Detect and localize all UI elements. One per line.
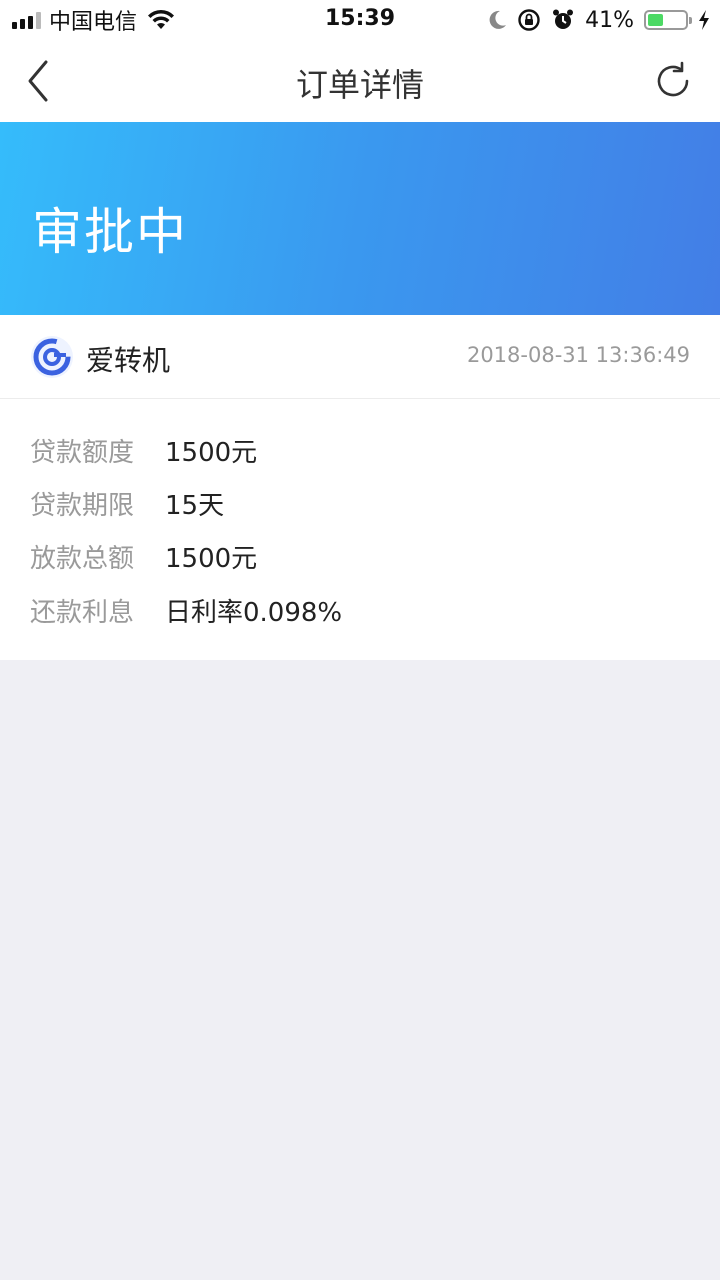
detail-value: 1500元	[165, 543, 258, 574]
moon-icon	[489, 10, 507, 29]
merchant-name: 爱转机	[86, 344, 171, 377]
detail-row-interest: 还款利息 日利率0.098%	[30, 590, 342, 630]
detail-label: 放款总额	[30, 543, 135, 574]
detail-row-disbursed-total: 放款总额 1500元	[30, 536, 257, 576]
detail-value: 1500元	[165, 437, 258, 468]
refresh-icon[interactable]	[652, 60, 694, 102]
order-status: 审批中	[32, 203, 188, 261]
status-bar: 中国电信 15:39 41%	[0, 0, 720, 40]
merchant-logo-icon	[31, 336, 73, 378]
battery-percent: 41%	[585, 7, 634, 33]
charging-icon	[699, 10, 709, 30]
status-right: 41%	[487, 6, 710, 34]
detail-label: 贷款期限	[30, 490, 135, 521]
alarm-icon	[553, 9, 574, 29]
nav-bar: 订单详情	[0, 40, 720, 122]
status-banner: 审批中	[0, 122, 720, 315]
detail-value: 15天	[165, 490, 225, 521]
detail-label: 贷款额度	[30, 437, 135, 468]
detail-row-loan-term: 贷款期限 15天	[30, 483, 224, 523]
order-timestamp: 2018-08-31 13:36:49	[466, 343, 690, 367]
merchant-row: 爱转机 2018-08-31 13:36:49	[0, 315, 720, 399]
rotation-lock-icon	[518, 9, 540, 31]
detail-row-loan-amount: 贷款额度 1500元	[30, 430, 257, 470]
detail-label: 还款利息	[30, 597, 135, 628]
battery-icon	[644, 10, 692, 30]
detail-value: 日利率0.098%	[165, 597, 343, 628]
page-title: 订单详情	[295, 66, 424, 104]
order-details: 贷款额度 1500元 贷款期限 15天 放款总额 1500元 还款利息 日利率0…	[0, 399, 720, 660]
